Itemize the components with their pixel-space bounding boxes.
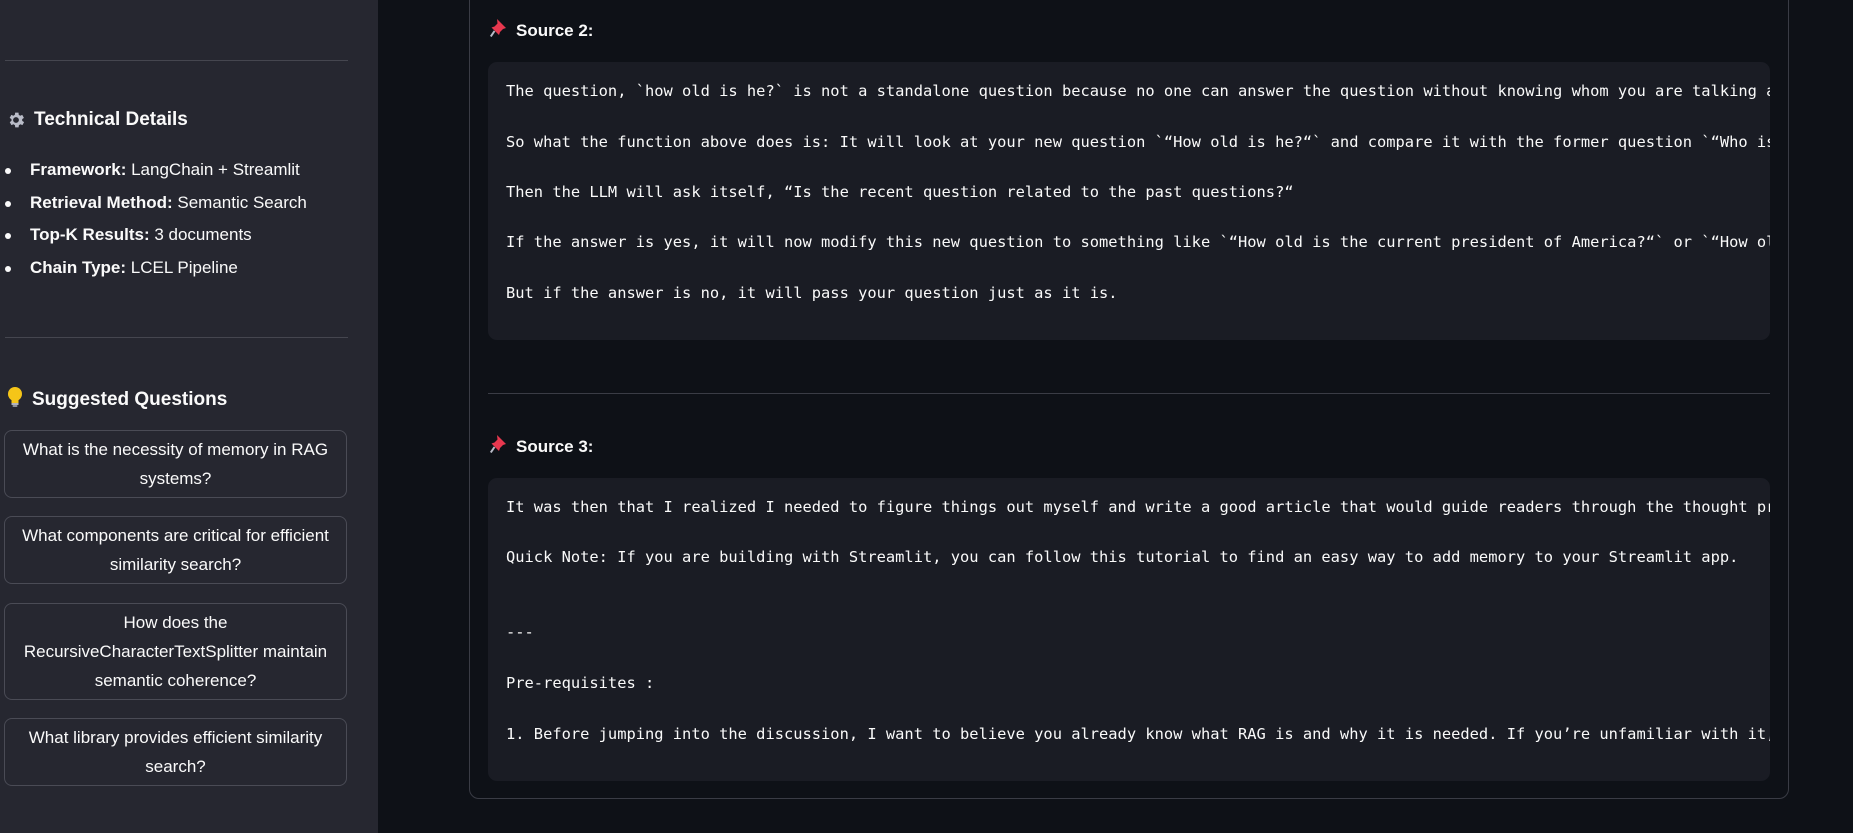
pushpin-icon: [489, 434, 508, 459]
source-text-line: So what the function above does is: It w…: [506, 133, 1770, 151]
detail-value: LangChain + Streamlit: [126, 160, 300, 179]
detail-value: Semantic Search: [172, 192, 307, 212]
source-code-block: The question, `how old is he?` is not a …: [488, 62, 1770, 340]
source-code-block: It was then that I realized I needed to …: [488, 478, 1770, 781]
detail-label: Chain Type:: [30, 257, 127, 277]
detail-label: Retrieval Method:: [30, 192, 173, 212]
list-item: Framework: LangChain + Streamlit: [0, 158, 307, 191]
suggested-question-button[interactable]: What is the necessity of memory in RAG s…: [4, 430, 347, 498]
technical-details-title: Technical Details: [34, 109, 188, 130]
sidebar-divider: [5, 337, 348, 338]
source-heading: Source 2:: [489, 18, 594, 43]
gear-icon: [6, 110, 26, 130]
source-text-line: The question, `how old is he?` is not a …: [506, 82, 1770, 100]
list-item: Top-K Results: 3 documents: [0, 223, 307, 256]
lightbulb-icon: [6, 386, 24, 414]
source-text-line: Quick Note: If you are building with Str…: [506, 548, 1739, 566]
source-heading: Source 3:: [489, 434, 594, 459]
technical-details-heading: Technical Details: [6, 109, 188, 131]
detail-label: Framework:: [30, 160, 127, 179]
sidebar-divider: [5, 60, 348, 61]
pushpin-icon: [489, 18, 508, 43]
suggested-questions-title: Suggested Questions: [32, 389, 228, 410]
source-text-line: ---: [506, 623, 534, 641]
source-text-line: If the answer is yes, it will now modify…: [506, 233, 1770, 251]
source-title: Source 3:: [516, 436, 594, 456]
source-text-line: Pre-requisites :: [506, 674, 655, 692]
suggested-question-button[interactable]: What components are critical for efficie…: [4, 516, 347, 584]
detail-label: Top-K Results:: [30, 225, 150, 244]
detail-value: LCEL Pipeline: [126, 257, 238, 277]
source-title: Source 2:: [516, 20, 594, 40]
list-item: Retrieval Method: Semantic Search: [0, 191, 307, 224]
source-text-line: But if the answer is no, it will pass yo…: [506, 284, 1118, 302]
list-item: Chain Type: LCEL Pipeline: [0, 256, 307, 289]
source-text-line: 1. Before jumping into the discussion, I…: [506, 725, 1770, 743]
detail-value: 3 documents: [149, 225, 252, 244]
suggested-question-button[interactable]: How does the RecursiveCharacterTextSplit…: [4, 603, 347, 700]
source-divider: [488, 393, 1770, 394]
sidebar: Technical Details Framework: LangChain +…: [0, 0, 378, 833]
source-text-line: It was then that I realized I needed to …: [506, 498, 1770, 516]
suggested-questions-heading: Suggested Questions: [6, 386, 227, 414]
suggested-question-button[interactable]: What library provides efficient similari…: [4, 718, 347, 786]
technical-details-list: Framework: LangChain + Streamlit Retriev…: [0, 158, 307, 288]
source-text-line: Then the LLM will ask itself, “Is the re…: [506, 183, 1294, 201]
